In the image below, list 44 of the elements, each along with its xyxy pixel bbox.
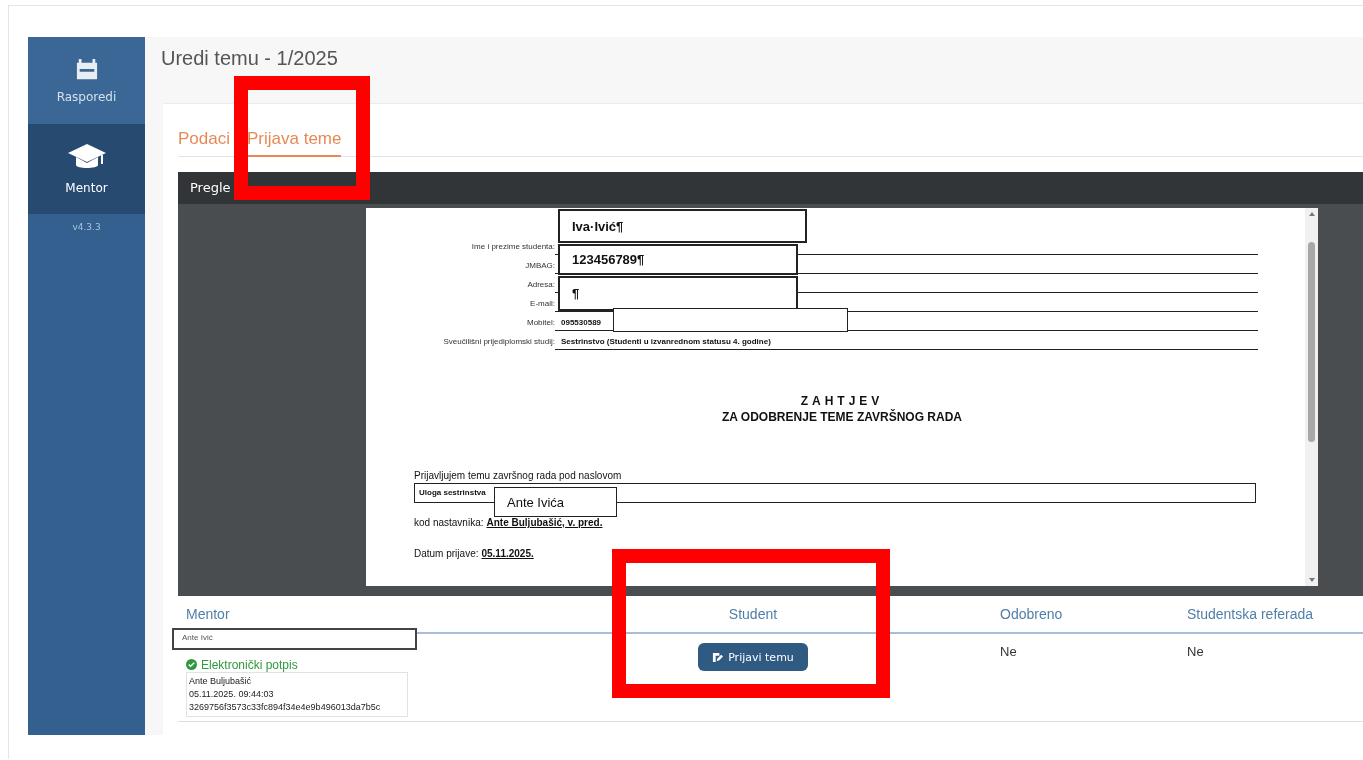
teacher-name: Ante Buljubašić, v. pred. (486, 517, 603, 528)
column-header: Odobreno (908, 596, 1187, 634)
column-header: Student (598, 596, 908, 634)
overlay-box: Ante Ivića (494, 487, 617, 517)
version-label: v4.3.3 (71, 222, 102, 232)
field-label: JMBAG: (524, 260, 555, 272)
sidebar-item[interactable]: Rasporedi (28, 37, 145, 124)
sidebar-item[interactable]: Mentor (28, 124, 145, 214)
calendar-icon (75, 57, 98, 82)
document-subheading: ZA ODOBRENJE TEME ZAVRŠNOG RADA (721, 410, 963, 424)
field-label: kod nastavnika: (414, 517, 484, 528)
page-title: Uredi temu - 1/2025 (161, 47, 338, 70)
overlay-box: Ante Ivić (172, 628, 417, 650)
table-cell: Ne (908, 634, 1187, 722)
signature-line: 05.11.2025. 09:44:03 (189, 688, 275, 701)
shield-check-icon (186, 659, 197, 670)
field-label: Ime i prezime studenta: (470, 241, 555, 253)
field-label: Datum prijave: (414, 548, 479, 559)
preview-header: Pregle (178, 172, 1363, 204)
overlay-box: Iva·Ivić¶ (558, 209, 807, 243)
field-label: Mobitel: (526, 317, 555, 329)
tab[interactable]: Podaci (178, 122, 230, 157)
document-heading: ZAHTJEV (799, 394, 885, 408)
field-label: Adresa: (526, 279, 555, 291)
scroll-up-icon[interactable] (1308, 212, 1315, 216)
edit-icon (712, 651, 724, 663)
field-label: E-mail: (529, 298, 555, 310)
date-value: 05.11.2025. (481, 548, 534, 559)
scroll-down-icon[interactable] (1308, 578, 1315, 582)
column-header: Studentska referada (1187, 596, 1363, 634)
submit-topic-button[interactable]: Prijavi temu (698, 643, 808, 671)
signature-label: Elektronički potpis (201, 657, 298, 672)
table-cell: Ne (1187, 634, 1363, 722)
field-value: Sestrinstvo (Studenti u izvanrednom statusu 4. godine) (561, 337, 771, 346)
tab[interactable]: Prijava teme (247, 122, 342, 157)
overlay-box: 123456789¶ (558, 244, 798, 275)
signature-line: Ante Buljubašić (189, 675, 253, 688)
scrollbar[interactable] (1305, 208, 1318, 586)
signature-line: 3269756f3573c33fc894f34e4e9b496013da7b5c (189, 701, 382, 714)
field-label: Sveučilišni prijediplomski studij: (442, 336, 555, 348)
document-text: Prijavljujem temu završnog rada pod naslovom (414, 470, 623, 481)
field-value: 095530589 (561, 318, 602, 327)
scroll-thumb[interactable] (1308, 242, 1315, 442)
overlay-box: ¶ (558, 276, 798, 311)
